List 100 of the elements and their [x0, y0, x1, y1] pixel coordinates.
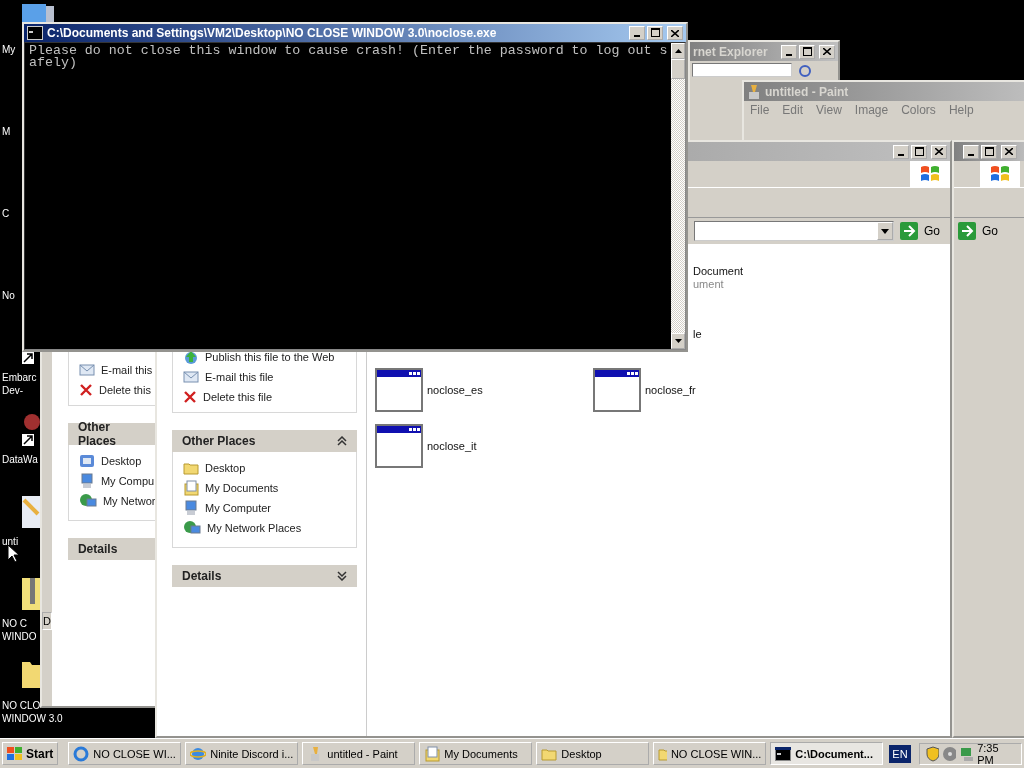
maximize-button[interactable] [647, 26, 663, 40]
upload-globe-icon [183, 350, 199, 364]
application-icon[interactable] [375, 368, 423, 412]
taskbar-button[interactable]: NO CLOSE WIN... [653, 742, 767, 765]
windows-flag-icon [919, 164, 941, 184]
dropdown-button[interactable] [877, 222, 893, 240]
arrow-right-icon [958, 222, 976, 240]
network-icon [183, 520, 201, 536]
place-link[interactable]: Desktop [205, 462, 246, 474]
language-indicator[interactable]: EN [889, 744, 911, 763]
desktop-icon-label[interactable]: WINDOW 3.0 [2, 712, 63, 725]
panel-header[interactable]: Details [172, 565, 357, 587]
task-link[interactable]: Delete this file [203, 391, 273, 403]
taskbar-button[interactable]: Desktop [536, 742, 650, 765]
arrow-right-icon [900, 222, 918, 240]
desktop-icon-label[interactable]: No [2, 289, 15, 302]
place-link[interactable]: My Network Places [207, 522, 302, 534]
expand-chevron-icon[interactable] [337, 571, 347, 581]
close-button[interactable] [819, 44, 835, 59]
desktop-icon-label[interactable]: NO CLO [2, 699, 41, 712]
folder-icon [658, 746, 667, 761]
envelope-icon [183, 370, 199, 384]
brush-icon [747, 83, 761, 100]
maximize-icon [802, 46, 812, 56]
scrollbar[interactable] [671, 43, 685, 349]
go-button[interactable]: Go [958, 220, 1004, 242]
panel-header[interactable]: Other Places [172, 430, 357, 452]
application-icon[interactable] [375, 424, 423, 468]
minimize-button[interactable] [893, 144, 909, 159]
maximize-button[interactable] [981, 144, 997, 159]
place-link[interactable]: My Compu [100, 475, 155, 487]
minimize-button[interactable] [963, 144, 979, 159]
x-mark-icon [183, 390, 197, 404]
taskbar-button[interactable]: C:\Document... [770, 742, 884, 765]
place-link[interactable]: My Documents [205, 482, 279, 494]
place-link[interactable]: My Networ [102, 495, 156, 507]
windows-flag-icon [7, 746, 23, 761]
start-button[interactable]: Start [2, 742, 59, 765]
file-name[interactable]: noclose_es [427, 383, 483, 397]
folder-icon [183, 461, 199, 475]
task-link[interactable]: Publish this file to the Web [205, 351, 335, 363]
minimize-button[interactable] [781, 44, 797, 59]
collapse-chevron-icon[interactable] [337, 436, 347, 446]
taskbar-button[interactable]: Ninite Discord i... [185, 742, 299, 765]
task-link[interactable]: E-mail this [100, 364, 153, 376]
desktop-icon-label[interactable]: M [2, 125, 11, 138]
panel-header[interactable]: Details [67, 538, 157, 560]
maximize-icon [914, 146, 924, 156]
windows-flag-icon [989, 164, 1011, 184]
taskbar-button[interactable]: My Documents [419, 742, 533, 765]
zip-folder-icon [22, 578, 40, 610]
documents-icon [424, 745, 441, 762]
desktop-icon-label[interactable]: Dev- [2, 384, 24, 397]
console-icon [775, 746, 792, 761]
envelope-icon [78, 363, 95, 377]
console-icon [27, 26, 43, 40]
ring-icon [73, 745, 90, 762]
close-button[interactable] [667, 26, 683, 40]
cursor-icon [7, 544, 19, 563]
file-name[interactable]: ument [693, 278, 744, 291]
maximize-icon [650, 28, 660, 37]
place-link[interactable]: My Computer [205, 502, 272, 514]
application-icon[interactable] [593, 368, 641, 412]
globe-icon [190, 745, 207, 762]
file-name[interactable]: Document [693, 265, 744, 278]
console-output: Please do not close this window to cause crash! (Enter the password to log out safely) [29, 45, 668, 69]
desktop-icon-label[interactable]: DataWa [2, 453, 38, 466]
file-name[interactable]: noclose_fr [645, 383, 696, 397]
desktop-icon-label[interactable]: My [2, 43, 16, 56]
desktop-icon-label[interactable]: NO C [2, 617, 27, 630]
address-field[interactable] [692, 63, 792, 77]
minimize-button[interactable] [629, 26, 645, 40]
close-button[interactable] [1001, 144, 1017, 159]
taskbar-button[interactable]: NO CLOSE WI... [68, 742, 182, 765]
shield-icon[interactable] [925, 745, 939, 762]
desktop-icon-label[interactable]: C [2, 207, 10, 220]
go-button[interactable]: Go [900, 220, 946, 242]
computer-icon [78, 473, 95, 489]
close-icon [671, 29, 679, 37]
scroll-thumb[interactable] [671, 59, 685, 79]
close-icon [823, 48, 831, 55]
computer-icon [183, 500, 199, 516]
panel-header[interactable]: Other Places [67, 423, 157, 445]
clock: 7:35 PM [977, 741, 1000, 766]
task-link[interactable]: Delete this [98, 384, 151, 396]
close-icon [935, 148, 943, 155]
desktop-icon-label[interactable]: Embarc [2, 371, 37, 384]
maximize-button[interactable] [911, 144, 927, 159]
taskbar-button[interactable]: untitled - Paint [302, 742, 416, 765]
task-link[interactable]: E-mail this file [205, 371, 274, 383]
file-name[interactable]: noclose_it [427, 439, 477, 453]
window-title: C:\Documents and Settings\VM2\Desktop\NO CLOSE WINDOW 3.0\noclose.exe [47, 26, 498, 40]
close-button[interactable] [931, 144, 947, 159]
desktop-icon-label[interactable]: unti [2, 535, 19, 548]
network-icon [78, 493, 97, 509]
file-name[interactable]: le [693, 327, 702, 341]
desktop-icon-label[interactable]: WINDO [2, 630, 37, 643]
place-link[interactable]: Desktop [100, 455, 142, 467]
maximize-button[interactable] [799, 44, 815, 59]
address-field[interactable] [694, 221, 894, 241]
